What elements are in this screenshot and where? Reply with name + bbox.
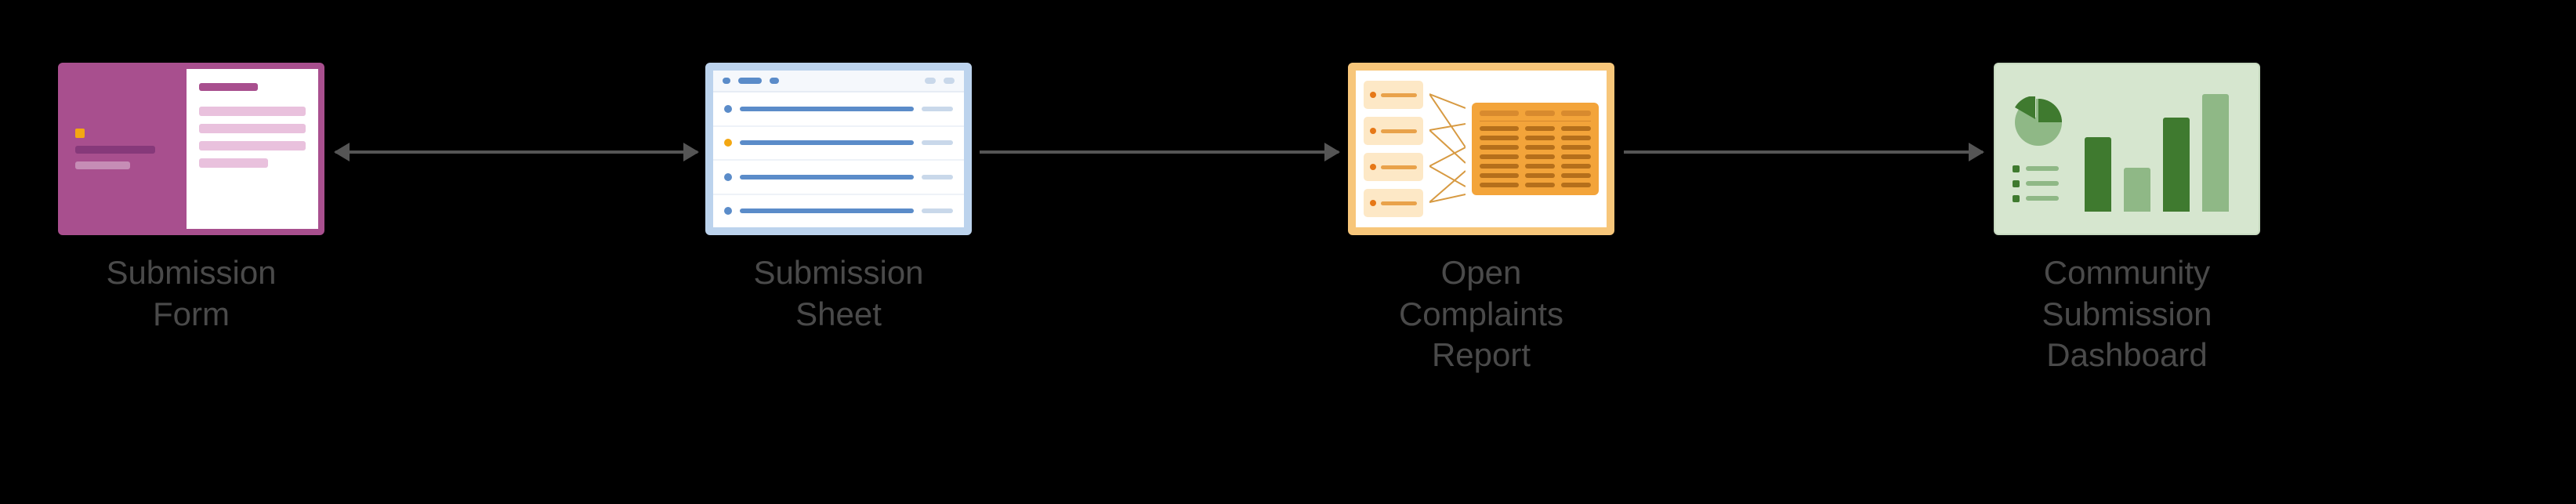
node-community-submission-dashboard: CommunitySubmissionDashboard [1994,63,2260,376]
form-icon [58,63,324,235]
arrowhead-left-icon [334,143,350,161]
dashboard-icon [1994,63,2260,235]
node-submission-form: SubmissionForm [58,63,324,335]
connector-lines-icon [1429,77,1466,222]
node-open-complaints-report: OpenComplaintsReport [1348,63,1614,376]
arrowhead-right-icon [1969,143,1984,161]
arrow-report-to-dashboard [1624,150,1983,154]
arrowhead-right-icon [683,143,699,161]
report-icon [1348,63,1614,235]
arrow-form-to-sheet [335,150,697,154]
node-label: SubmissionForm [106,252,276,335]
sheet-icon [705,63,972,235]
node-label: CommunitySubmissionDashboard [2042,252,2212,376]
arrow-sheet-to-report [980,150,1339,154]
bar-chart-icon [2085,86,2241,212]
node-label: OpenComplaintsReport [1399,252,1563,376]
node-label: SubmissionSheet [753,252,923,335]
arrowhead-right-icon [1324,143,1340,161]
pie-chart-icon [2013,96,2064,148]
legend-icon [2013,165,2059,202]
node-submission-sheet: SubmissionSheet [705,63,972,335]
